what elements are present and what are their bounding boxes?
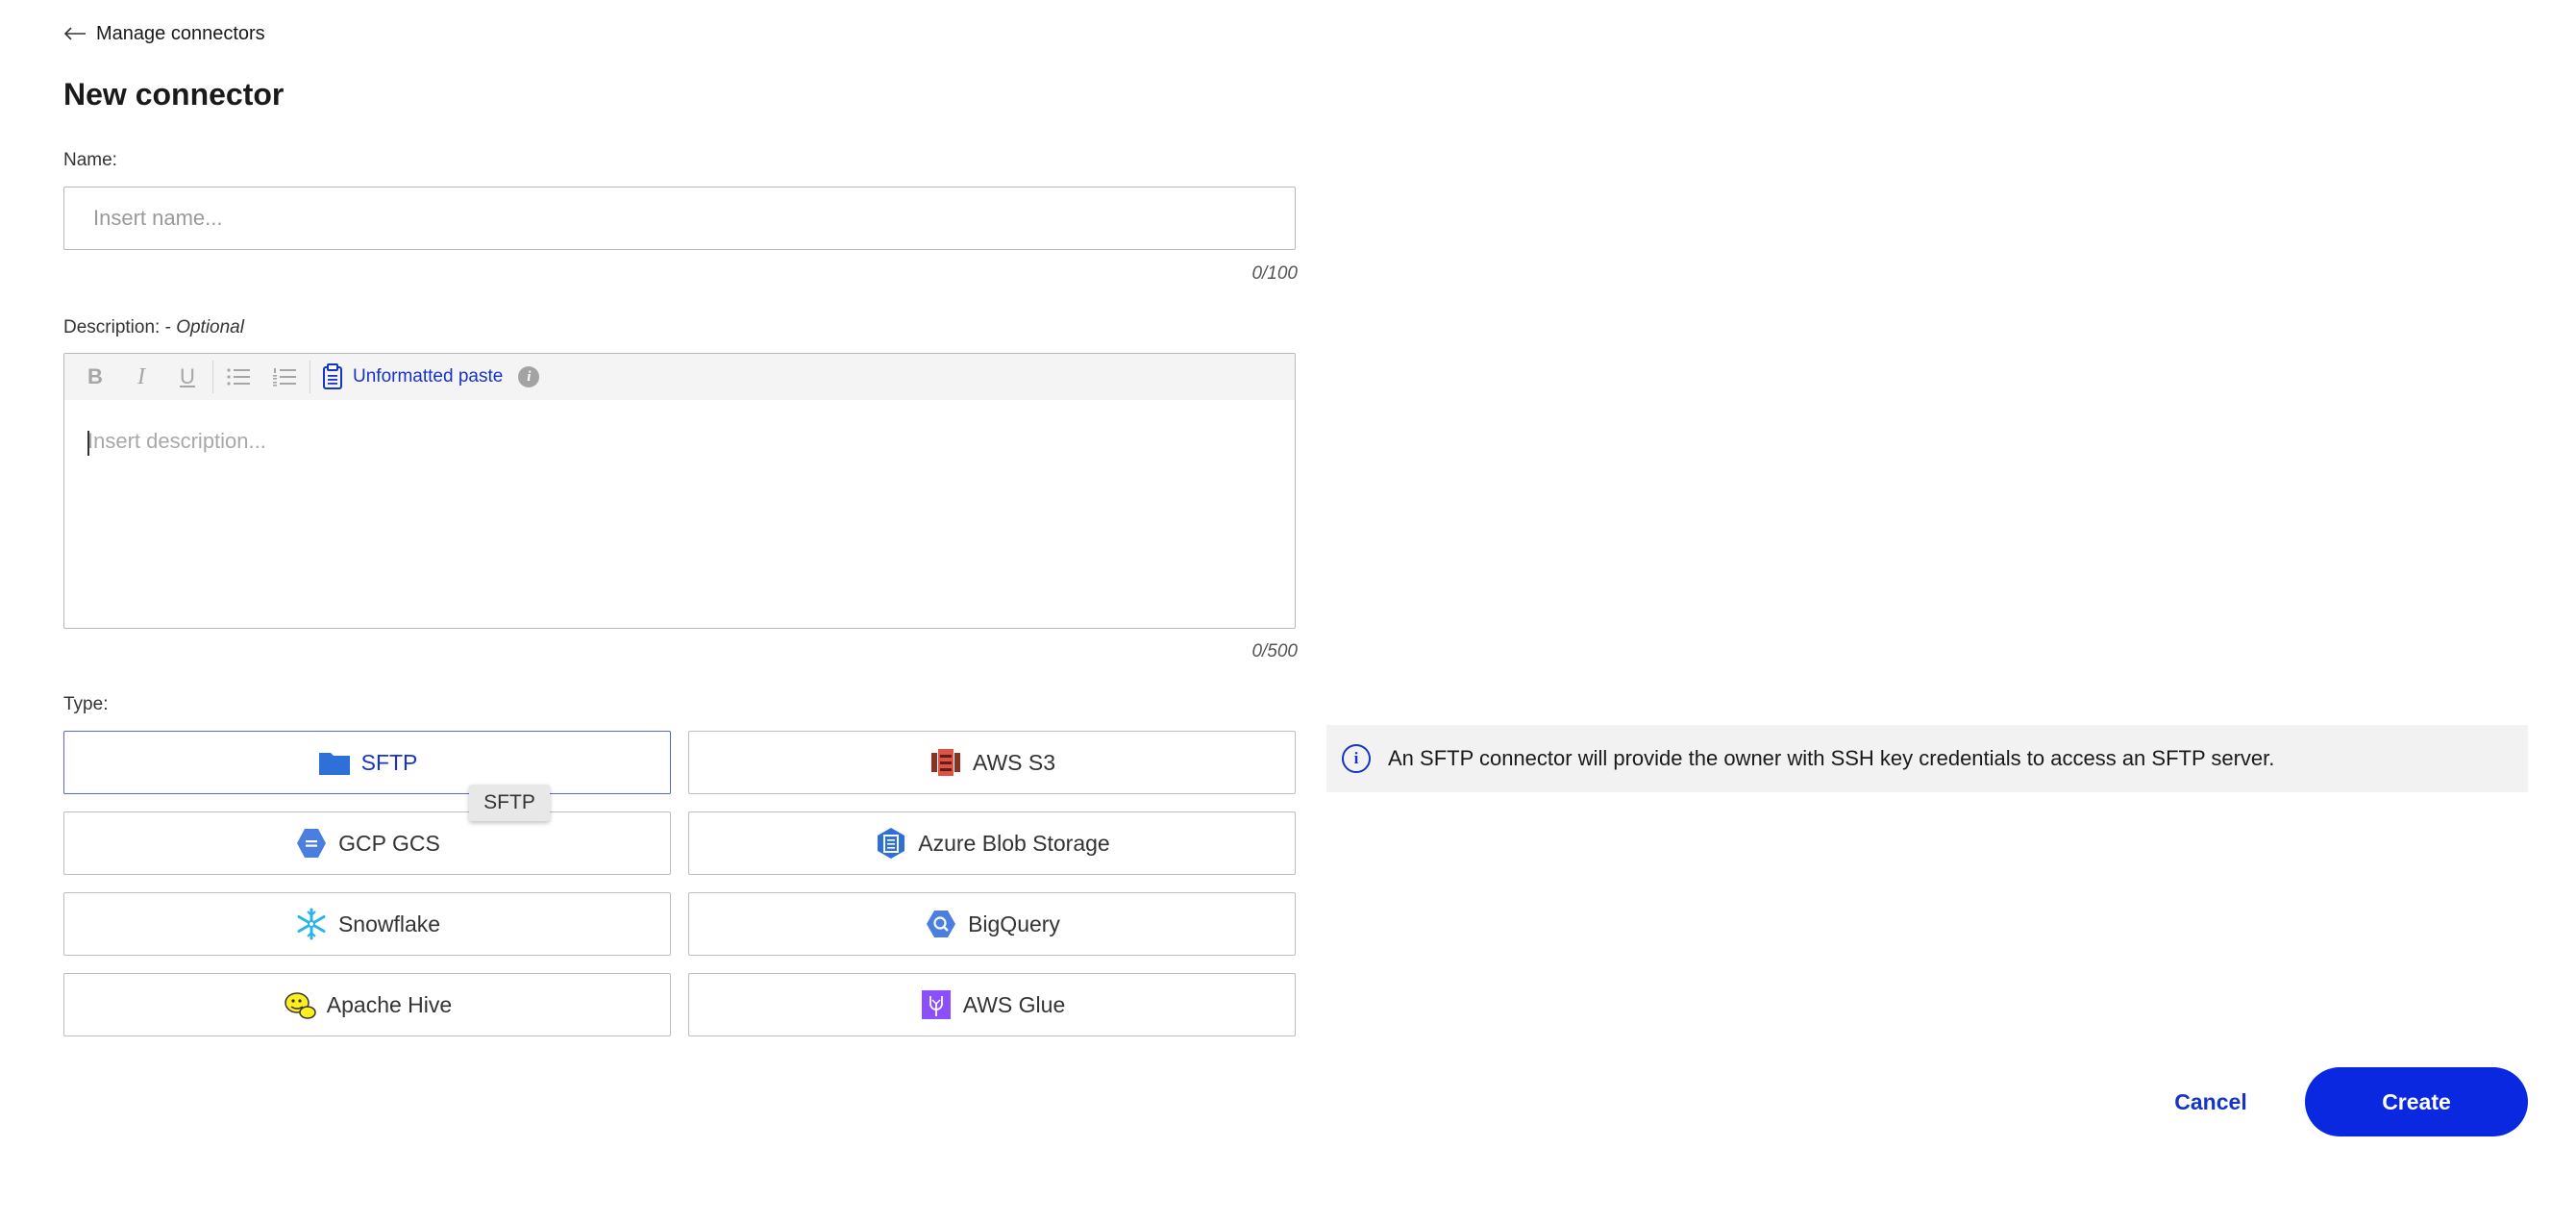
gcp-gcs-icon: [297, 829, 327, 858]
type-option-label: AWS S3: [972, 749, 1056, 775]
hive-icon: [285, 992, 316, 1019]
editor-toolbar: B I U Unformatted paste i: [64, 354, 1295, 400]
aws-s3-icon: [930, 749, 960, 776]
snowflake-icon: [297, 908, 326, 940]
bigquery-icon: [927, 911, 956, 937]
azure-blob-icon: [878, 828, 905, 859]
type-info-text: An SFTP connector will provide the owner…: [1388, 746, 2275, 770]
description-counter: 0/500: [1251, 641, 1298, 661]
type-option-aws-s3[interactable]: AWS S3: [688, 731, 1296, 794]
folder-icon: [318, 753, 350, 775]
back-link-manage-connectors[interactable]: Manage connectors: [63, 19, 265, 48]
unformatted-paste-label: Unformatted paste: [353, 366, 504, 387]
name-input[interactable]: [63, 187, 1296, 250]
arrow-left-icon: [63, 27, 86, 40]
underline-button-glyph: U: [180, 364, 195, 388]
back-link-label: Manage connectors: [96, 22, 265, 44]
numbered-list-icon: [273, 368, 296, 387]
sftp-tooltip: SFTP: [469, 785, 550, 821]
paste-info-icon[interactable]: i: [518, 366, 540, 387]
text-caret: [87, 431, 89, 456]
numbered-list-button[interactable]: [261, 354, 308, 400]
unformatted-paste-button[interactable]: Unformatted paste: [322, 363, 503, 390]
type-option-snowflake[interactable]: Snowflake: [63, 892, 671, 956]
description-label-text: Description: -: [63, 317, 177, 337]
underline-button[interactable]: U: [164, 354, 211, 400]
bullet-list-button[interactable]: [215, 354, 261, 400]
type-option-aws-glue[interactable]: AWS Glue: [688, 973, 1296, 1036]
type-option-sftp[interactable]: SFTP: [63, 731, 671, 794]
info-icon: i: [1342, 744, 1371, 773]
type-label: Type:: [63, 694, 109, 714]
toolbar-divider: [212, 361, 213, 393]
type-info-banner: i An SFTP connector will provide the own…: [1326, 725, 2528, 792]
description-label: Description: - Optional: [63, 317, 244, 338]
type-option-label: GCP GCS: [338, 830, 440, 856]
type-option-bigquery[interactable]: BigQuery: [688, 892, 1296, 956]
type-option-label: BigQuery: [968, 911, 1060, 936]
description-placeholder: Insert description...: [87, 429, 266, 453]
name-label: Name:: [63, 150, 117, 170]
type-option-label: Apache Hive: [326, 991, 453, 1017]
aws-glue-icon: [921, 990, 951, 1019]
cancel-button[interactable]: Cancel: [2153, 1067, 2268, 1136]
create-button[interactable]: Create: [2305, 1067, 2528, 1136]
clipboard-icon: [323, 363, 342, 389]
type-option-gcp-gcs[interactable]: GCP GCS: [63, 811, 671, 875]
type-option-label: AWS Glue: [962, 991, 1066, 1017]
bold-button[interactable]: B: [72, 354, 118, 400]
bold-button-glyph: B: [87, 364, 103, 388]
name-counter: 0/100: [1251, 263, 1298, 284]
type-option-azure-blob-storage[interactable]: Azure Blob Storage: [688, 811, 1296, 875]
italic-button[interactable]: I: [118, 354, 164, 400]
page-title: New connector: [63, 77, 285, 112]
description-editor: B I U Unformatted paste i Insert descrip…: [63, 353, 1296, 629]
type-option-label: SFTP: [360, 749, 418, 775]
italic-button-glyph: I: [137, 363, 145, 389]
bullet-list-icon: [227, 368, 250, 386]
type-option-label: Snowflake: [337, 911, 441, 936]
type-option-apache-hive[interactable]: Apache Hive: [63, 973, 671, 1036]
type-option-label: Azure Blob Storage: [918, 830, 1110, 856]
optional-label: Optional: [176, 317, 244, 337]
description-textarea[interactable]: Insert description...: [64, 400, 1295, 626]
